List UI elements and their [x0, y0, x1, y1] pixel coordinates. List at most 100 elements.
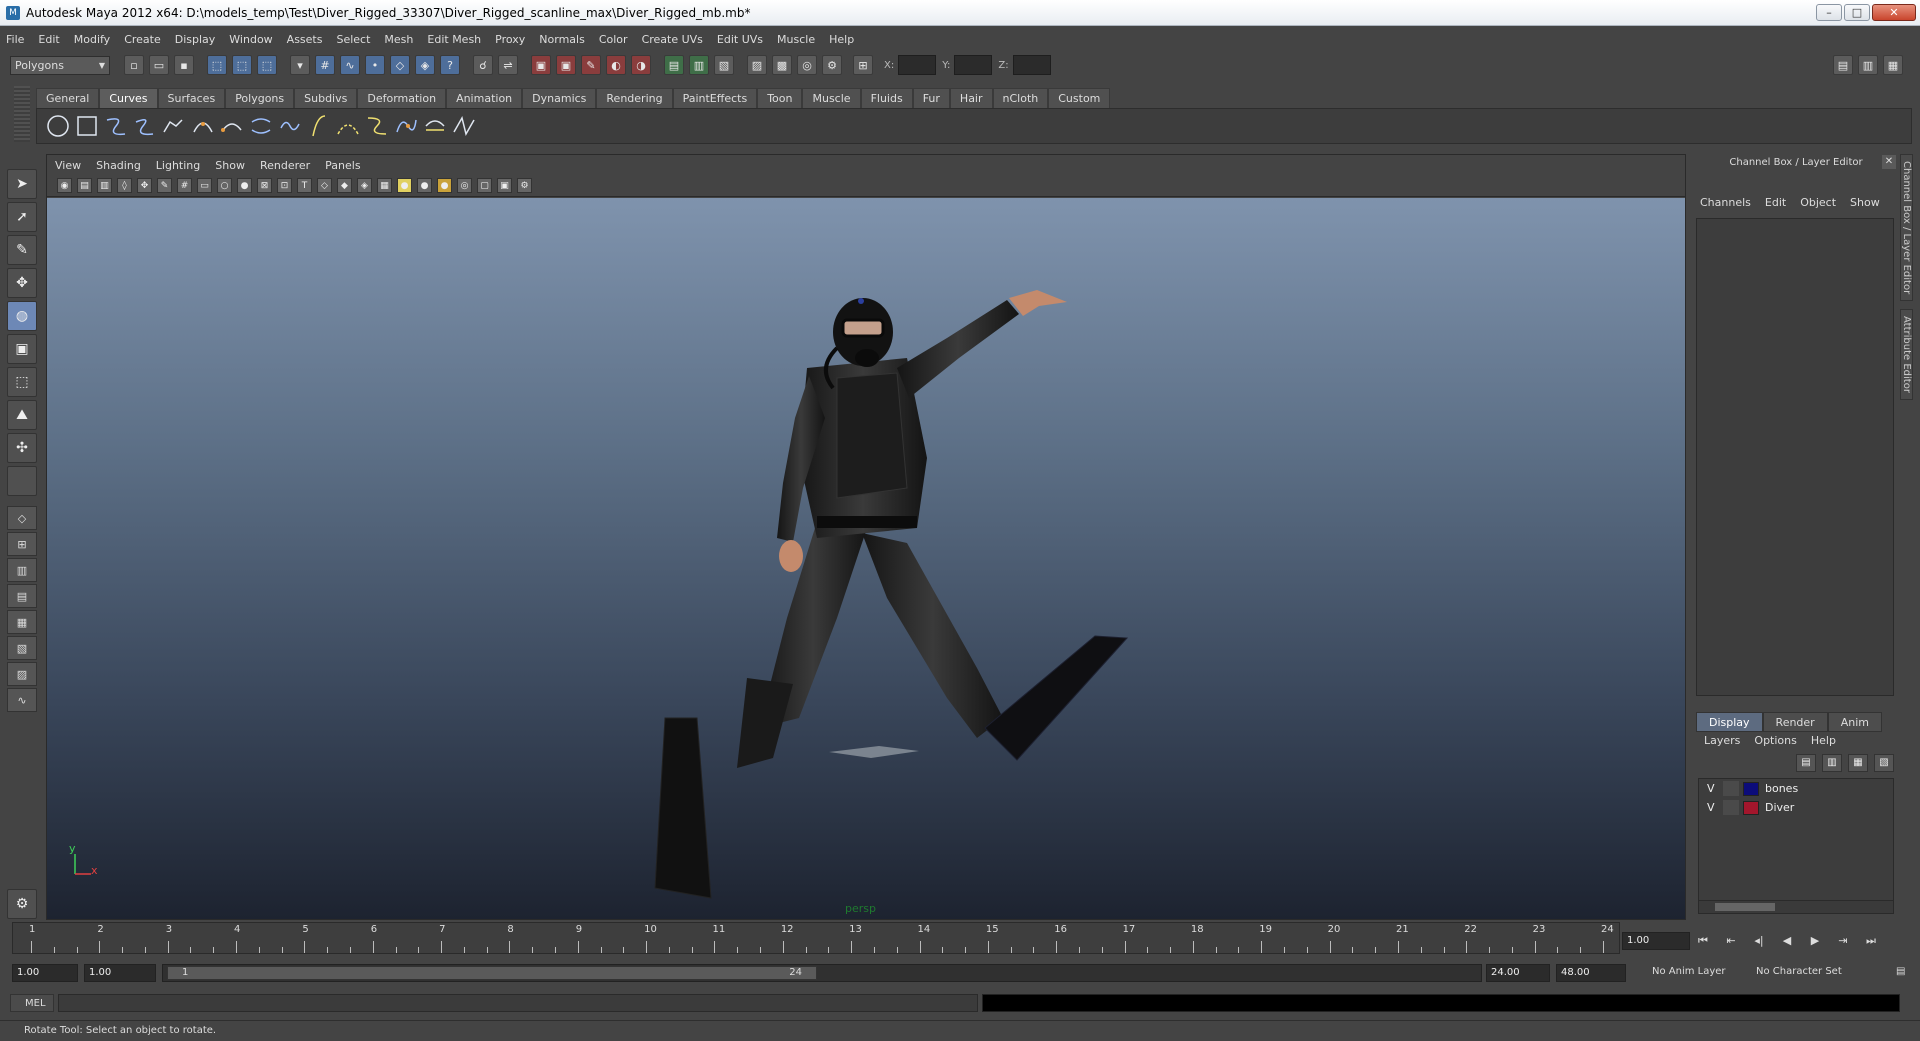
attribute-editor-icon[interactable]: ▨	[747, 55, 767, 75]
scrollbar-thumb[interactable]	[1715, 903, 1775, 911]
smooth-shade-icon[interactable]: ◆	[337, 178, 352, 193]
minimize-button[interactable]: –	[1816, 4, 1842, 21]
shelf-tab-ncloth[interactable]: nCloth	[992, 88, 1049, 108]
ep-curve-icon[interactable]	[132, 113, 158, 139]
xray-icon[interactable]: ▢	[477, 178, 492, 193]
menu-edit-uvs[interactable]: Edit UVs	[717, 33, 763, 46]
move-layer-up-icon[interactable]: ▤	[1796, 754, 1816, 772]
gate-mask-icon[interactable]: ●	[237, 178, 252, 193]
command-input[interactable]	[58, 994, 978, 1012]
close-button[interactable]: ✕	[1872, 4, 1916, 21]
soft-modification-icon[interactable]: ⛰	[7, 400, 37, 430]
attribute-editor-panel-icon[interactable]: ▥	[1858, 55, 1878, 75]
shelf-tab-muscle[interactable]: Muscle	[802, 88, 861, 108]
persp-graph-hypershade-icon[interactable]: ▧	[7, 636, 37, 660]
grid-toggle-icon[interactable]: #	[177, 178, 192, 193]
render-settings-icon[interactable]: ✎	[581, 55, 601, 75]
ipr-render-icon[interactable]: ▣	[556, 55, 576, 75]
lasso-tool-icon[interactable]: ➚	[7, 202, 37, 232]
shadows-icon[interactable]: ●	[417, 178, 432, 193]
layer-menu-help[interactable]: Help	[1811, 734, 1836, 747]
channel-menu-object[interactable]: Object	[1800, 196, 1836, 209]
menu-edit[interactable]: Edit	[38, 33, 59, 46]
z-field[interactable]	[1012, 55, 1051, 75]
shelf-tab-custom[interactable]: Custom	[1048, 88, 1111, 108]
rebuild-curve-icon[interactable]	[393, 113, 419, 139]
channel-menu-show[interactable]: Show	[1850, 196, 1880, 209]
menu-set-select[interactable]: Polygons ▼	[10, 55, 110, 75]
current-frame-field[interactable]: 1.00	[1622, 932, 1690, 950]
universal-manipulator-icon[interactable]: ⬚	[7, 367, 37, 397]
persp-uv-layout-icon[interactable]: ▨	[7, 662, 37, 686]
playback-start-field[interactable]: 1.00	[84, 964, 156, 982]
cv-curve-icon[interactable]	[103, 113, 129, 139]
input-output-icon[interactable]: ⇌	[498, 55, 518, 75]
shelf-tab-painteffects[interactable]: PaintEffects	[672, 88, 758, 108]
channel-box-area[interactable]	[1696, 218, 1894, 696]
step-back-key-icon[interactable]: ⇤	[1722, 932, 1740, 950]
modeling-toolkit-icon[interactable]: ▤	[1833, 55, 1853, 75]
x-field[interactable]	[898, 55, 937, 75]
rotate-tool-icon[interactable]: ◍	[7, 301, 37, 331]
absolute-transform-icon[interactable]: ⊞	[853, 55, 873, 75]
select-hierarchy-icon[interactable]: ⬚	[207, 55, 227, 75]
tab-display[interactable]: Display	[1696, 712, 1763, 732]
side-tab-channel-box[interactable]: Channel Box / Layer Editor	[1900, 154, 1913, 302]
reverse-curve-icon[interactable]	[422, 113, 448, 139]
menu-proxy[interactable]: Proxy	[495, 33, 525, 46]
panel-menu-show[interactable]: Show	[215, 159, 245, 172]
channel-menu-channels[interactable]: Channels	[1700, 196, 1751, 209]
textured-icon[interactable]: ▦	[377, 178, 392, 193]
tool-settings-icon[interactable]: ▩	[772, 55, 792, 75]
shelf-tab-rendering[interactable]: Rendering	[596, 88, 673, 108]
panel-menu-lighting[interactable]: Lighting	[156, 159, 200, 172]
hypershade-shortcut-icon[interactable]: ⚙	[7, 889, 37, 919]
layer-playback-toggle[interactable]	[1723, 800, 1739, 815]
four-view-layout-icon[interactable]: ⊞	[7, 532, 37, 556]
shelf-handle[interactable]	[14, 86, 30, 142]
step-back-frame-icon[interactable]: ◂|	[1750, 932, 1768, 950]
shelf-tab-dynamics[interactable]: Dynamics	[522, 88, 597, 108]
snap-point-icon[interactable]: •	[365, 55, 385, 75]
shelf-tab-toon[interactable]: Toon	[757, 88, 803, 108]
new-layer-icon[interactable]: ▦	[1848, 754, 1868, 772]
side-tab-attribute-editor[interactable]: Attribute Editor	[1900, 309, 1913, 401]
panel-menu-panels[interactable]: Panels	[325, 159, 360, 172]
layer-playback-toggle[interactable]	[1723, 781, 1739, 796]
character-set-select[interactable]: No Character Set	[1756, 966, 1842, 977]
maximize-button[interactable]: □	[1844, 4, 1870, 21]
panel-menu-shading[interactable]: Shading	[96, 159, 141, 172]
snap-grid-icon[interactable]: #	[315, 55, 335, 75]
safe-action-icon[interactable]: ⊡	[277, 178, 292, 193]
shelf-tab-fluids[interactable]: Fluids	[860, 88, 913, 108]
two-d-pan-zoom-icon[interactable]: ✥	[137, 178, 152, 193]
history-icon[interactable]: ?	[440, 55, 460, 75]
menu-create[interactable]: Create	[124, 33, 161, 46]
channel-box-panel-icon[interactable]: ▦	[1883, 55, 1903, 75]
step-forward-key-icon[interactable]: ⇥	[1834, 932, 1852, 950]
channel-box-toggle-icon[interactable]: ◎	[797, 55, 817, 75]
move-tool-icon[interactable]: ✥	[7, 268, 37, 298]
bezier-curve-icon[interactable]	[451, 113, 477, 139]
wireframe-icon[interactable]: ◇	[317, 178, 332, 193]
shelf-tab-curves[interactable]: Curves	[99, 88, 158, 108]
panel-menu-view[interactable]: View	[55, 159, 81, 172]
channel-menu-edit[interactable]: Edit	[1765, 196, 1786, 209]
safe-title-icon[interactable]: T	[297, 178, 312, 193]
menu-muscle[interactable]: Muscle	[777, 33, 815, 46]
new-layer-selected-icon[interactable]: ▧	[1874, 754, 1894, 772]
extend-curve-icon[interactable]	[335, 113, 361, 139]
shelf-tab-deformation[interactable]: Deformation	[357, 88, 447, 108]
all-lights-icon[interactable]: ●	[437, 178, 452, 193]
select-component-icon[interactable]: ⬚	[257, 55, 277, 75]
layer-visibility[interactable]: V	[1707, 801, 1723, 814]
render-current-frame-icon[interactable]: ▣	[531, 55, 551, 75]
menu-color[interactable]: Color	[599, 33, 628, 46]
menu-help[interactable]: Help	[829, 33, 854, 46]
paint-select-tool-icon[interactable]: ✎	[7, 235, 37, 265]
resolution-gate-icon[interactable]: ○	[217, 178, 232, 193]
go-to-start-icon[interactable]: ⏮	[1694, 932, 1712, 950]
menu-window[interactable]: Window	[229, 33, 272, 46]
new-scene-icon[interactable]: ▫	[124, 55, 144, 75]
attach-curves-icon[interactable]	[248, 113, 274, 139]
